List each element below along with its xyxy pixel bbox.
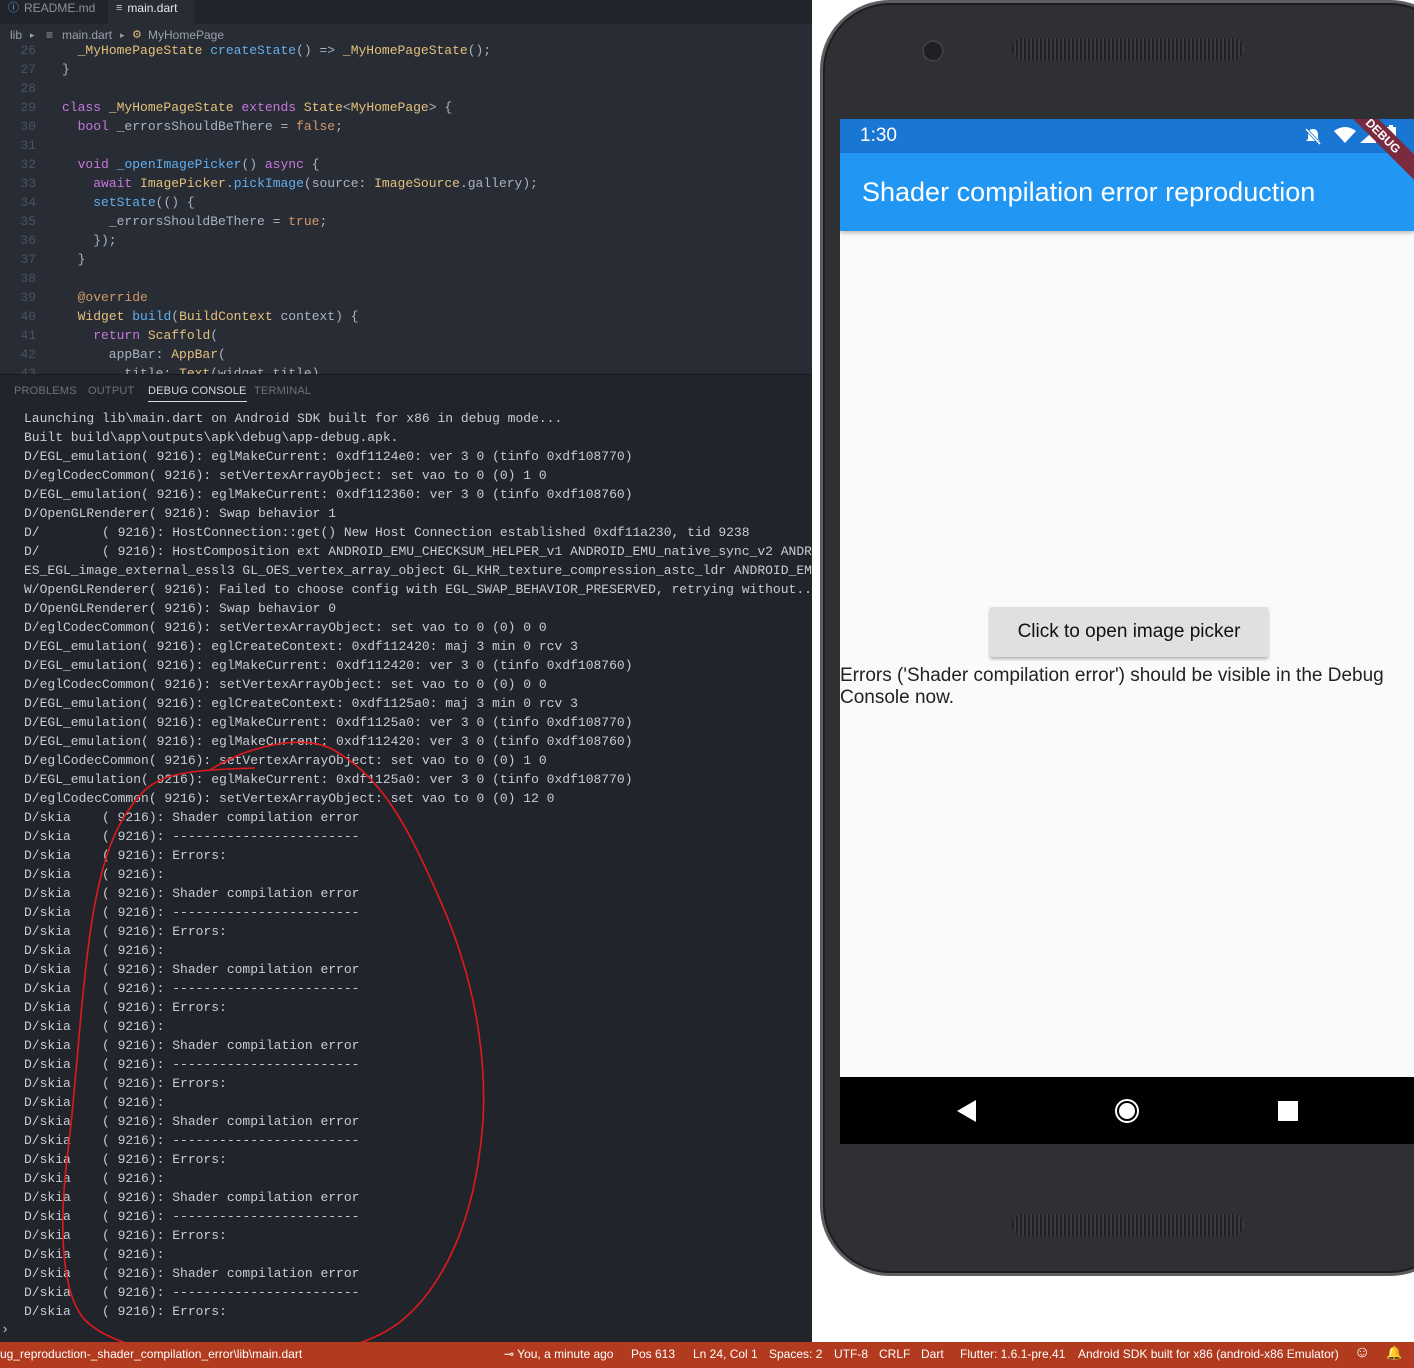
status-encoding[interactable]: UTF-8 [834,1347,868,1361]
feedback-smiley-icon[interactable]: ☺ [1354,1344,1370,1362]
camera-icon [922,40,944,62]
status-flutter-version[interactable]: Flutter: 1.6.1-pre.41 [960,1347,1065,1361]
wifi-icon [1334,127,1356,143]
status-eol[interactable]: CRLF [879,1347,910,1361]
recents-icon[interactable] [1277,1100,1299,1122]
back-icon[interactable] [956,1099,978,1123]
blame-text: You, a minute ago [517,1347,614,1361]
status-git-blame[interactable]: ⊸ You, a minute ago [504,1347,613,1361]
notifications-off-icon [1304,127,1322,145]
status-device[interactable]: Android SDK built for x86 (android-x86 E… [1078,1347,1339,1361]
status-message: Errors ('Shader compilation error') shou… [840,665,1384,708]
phone-screen: 1:30 Shader compilation error reproducti… [840,119,1414,1144]
status-language[interactable]: Dart [921,1347,944,1361]
status-bar: ug_reproduction-_shader_compilation_erro… [0,1342,1414,1368]
git-commit-icon: ⊸ [504,1347,518,1361]
status-line-col[interactable]: Ln 24, Col 1 [693,1347,758,1361]
status-pos[interactable]: Pos 613 [631,1347,675,1361]
speaker-grille-top [1012,38,1244,60]
clock: 1:30 [860,125,897,146]
bell-icon[interactable]: 🔔 [1386,1345,1402,1361]
open-image-picker-button[interactable]: Click to open image picker [990,607,1268,657]
android-nav-bar [840,1077,1414,1144]
status-indentation[interactable]: Spaces: 2 [769,1347,822,1361]
red-annotation-circle [62,741,485,1359]
status-file-path[interactable]: ug_reproduction-_shader_compilation_erro… [0,1347,302,1361]
android-status-bar: 1:30 [840,119,1414,153]
app-title: Shader compilation error reproduction [862,177,1316,207]
app-bar: Shader compilation error reproduction [840,153,1414,231]
home-icon[interactable] [1114,1098,1140,1124]
speaker-grille-bottom [1012,1214,1244,1236]
